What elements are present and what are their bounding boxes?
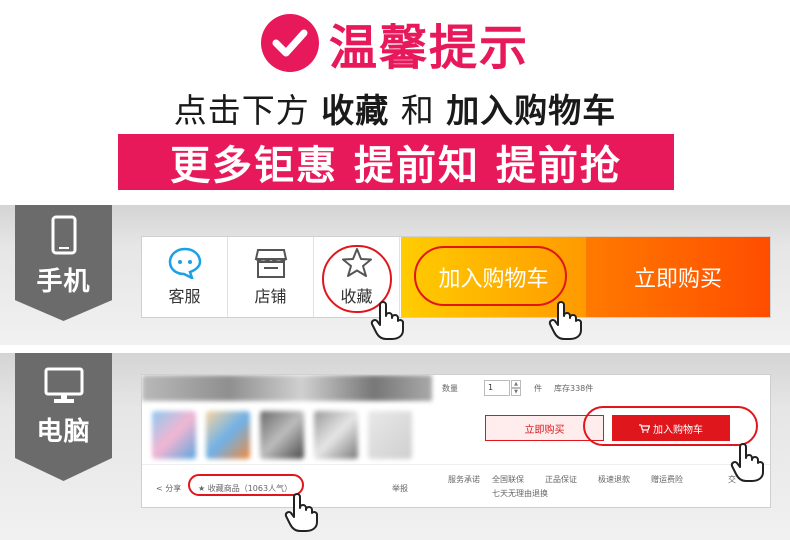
customer-service-button[interactable]: 客服 bbox=[142, 237, 228, 317]
pc-cart-highlight-ring bbox=[583, 406, 758, 446]
page-title: 温馨提示 bbox=[328, 20, 529, 76]
promo-banner: 更多钜惠 提前知 提前抢 bbox=[118, 134, 674, 190]
smartphone-icon bbox=[51, 215, 76, 255]
subtitle-and: 和 bbox=[400, 91, 435, 130]
thumbnail[interactable] bbox=[260, 411, 304, 459]
buy-now-button[interactable]: 立即购买 bbox=[586, 237, 770, 317]
blurred-gallery-image bbox=[142, 375, 432, 401]
thumbnail[interactable] bbox=[206, 411, 250, 459]
customer-service-label: 客服 bbox=[168, 287, 201, 306]
pointer-hand-icon bbox=[730, 443, 764, 482]
phone-tag: 手机 bbox=[15, 205, 112, 321]
thumbnail[interactable] bbox=[368, 411, 412, 459]
check-circle-icon bbox=[260, 14, 319, 72]
service-item[interactable]: 极速退款 bbox=[598, 474, 630, 485]
pointer-hand-icon bbox=[370, 301, 404, 340]
quantity-unit: 件 bbox=[534, 384, 542, 393]
report-link[interactable]: 举报 bbox=[392, 483, 408, 494]
share-link[interactable]: < 分享 bbox=[156, 483, 181, 494]
service-label: 服务承诺 bbox=[448, 475, 480, 484]
quantity-label: 数量 bbox=[442, 384, 458, 393]
pointer-hand-icon bbox=[284, 493, 318, 532]
shop-icon bbox=[254, 249, 287, 278]
shop-label: 店铺 bbox=[254, 287, 287, 306]
service-item[interactable]: 全国联保 bbox=[492, 474, 524, 485]
stock-text: 库存338件 bbox=[554, 384, 594, 393]
monitor-icon bbox=[44, 367, 83, 403]
phone-tag-label: 手机 bbox=[36, 267, 91, 297]
pointer-hand-icon bbox=[548, 301, 582, 340]
subtitle-favorite: 收藏 bbox=[321, 91, 390, 130]
quantity-input[interactable]: 1 bbox=[484, 380, 510, 396]
cart-highlight-ring bbox=[414, 246, 567, 306]
subtitle-part-1: 点击下方 bbox=[173, 91, 310, 130]
share-label: 分享 bbox=[165, 484, 182, 493]
pc-tag: 电脑 bbox=[15, 353, 112, 481]
shop-button[interactable]: 店铺 bbox=[228, 237, 314, 317]
divider bbox=[142, 464, 770, 465]
quantity-down-button[interactable]: ▼ bbox=[511, 388, 521, 396]
pc-tag-label: 电脑 bbox=[36, 417, 91, 447]
service-extra[interactable]: 七天无理由退换 bbox=[492, 488, 548, 499]
thumbnail[interactable] bbox=[152, 411, 196, 459]
service-item[interactable]: 正品保证 bbox=[545, 474, 577, 485]
service-item[interactable]: 赠运费险 bbox=[651, 474, 683, 485]
share-icon: < bbox=[156, 484, 163, 493]
chat-bubble-icon bbox=[168, 247, 201, 279]
quantity-up-button[interactable]: ▲ bbox=[511, 380, 521, 388]
subtitle-cart: 加入购物车 bbox=[446, 91, 617, 130]
thumbnail[interactable] bbox=[314, 411, 358, 459]
subtitle: 点击下方 收藏 和 加入购物车 bbox=[0, 84, 790, 132]
title-row: 温馨提示 bbox=[0, 8, 790, 78]
